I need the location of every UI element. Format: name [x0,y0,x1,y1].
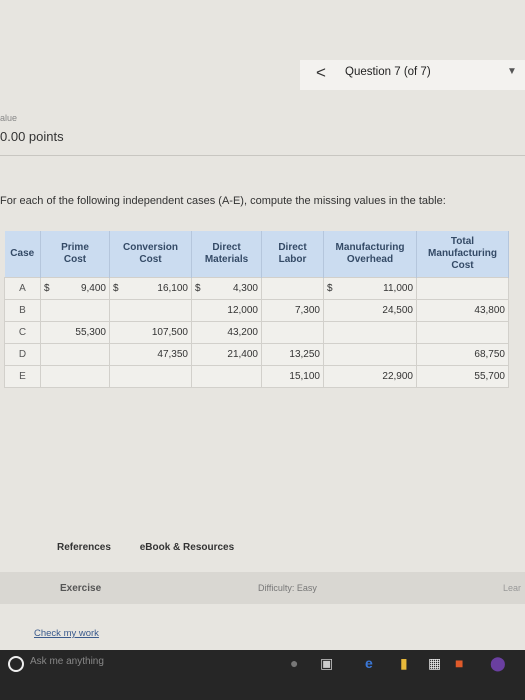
header-conversion-cost: Conversion Cost [109,231,192,278]
overhead-cell: 24,500 [323,299,417,322]
overhead-cell[interactable] [323,343,417,366]
cell-value: 12,000 [227,305,258,316]
cell-value: 16,100 [157,283,188,294]
total-cell[interactable] [416,321,509,344]
cortana-icon[interactable] [8,656,24,672]
previous-question-button[interactable]: < [310,62,332,84]
currency-symbol: $ [113,283,119,294]
cost-table: Case Prime Cost Conversion Cost Direct M… [4,231,509,388]
prime-cell[interactable] [40,365,110,388]
app-icon[interactable]: ⬤ [490,654,506,672]
header-total-manufacturing-cost: Total Manufacturing Cost [416,231,509,278]
case-cell: A [4,277,41,300]
file-explorer-icon[interactable]: ▮ [400,654,408,672]
cell-value: 68,750 [474,349,505,360]
cell-value: 55,300 [75,327,106,338]
cell-value: 13,250 [289,349,320,360]
case-cell: D [4,343,41,366]
labor-cell: 15,100 [261,365,324,388]
references-link[interactable]: References [57,542,111,553]
conversion-cell: 107,500 [109,321,192,344]
materials-cell: $4,300 [191,277,262,300]
header-case: Case [4,231,41,278]
cell-value: 4,300 [232,283,258,294]
table-row: A $9,400 $16,100 $4,300 $11,000 [4,277,509,300]
currency-symbol: $ [44,283,50,294]
overhead-cell: $11,000 [323,277,417,300]
total-cell: 55,700 [416,365,509,388]
cell-value: 9,400 [80,283,106,294]
prime-cell[interactable] [40,343,110,366]
conversion-cell[interactable] [109,299,192,322]
conversion-cell[interactable] [109,365,192,388]
ebook-resources-link[interactable]: eBook & Resources [140,542,234,553]
total-cell[interactable] [416,277,509,300]
cell-value: 43,200 [227,327,258,338]
materials-cell: 21,400 [191,343,262,366]
cell-value: 43,800 [474,305,505,316]
table-row: D 47,350 21,400 13,250 68,750 [4,343,509,366]
taskbar-search-input[interactable]: Ask me anything [30,656,104,667]
case-cell: B [4,299,41,322]
currency-symbol: $ [195,283,201,294]
header-prime-cost: Prime Cost [40,231,110,278]
header-manufacturing-overhead: Manufacturing Overhead [323,231,417,278]
labor-cell[interactable] [261,277,324,300]
materials-cell[interactable] [191,365,262,388]
labor-cell[interactable] [261,321,324,344]
check-my-work-link[interactable]: Check my work [34,628,99,639]
cell-value: 7,300 [294,305,320,316]
currency-symbol: $ [327,283,333,294]
prime-cell[interactable] [40,299,110,322]
table-row: B 12,000 7,300 24,500 43,800 [4,299,509,322]
exercise-label: Exercise [60,583,102,594]
case-cell: E [4,365,41,388]
task-view-icon[interactable]: ▣ [320,654,333,672]
case-cell: C [4,321,41,344]
cell-value: 22,900 [382,371,413,382]
overhead-cell[interactable] [323,321,417,344]
conversion-cell: 47,350 [109,343,192,366]
divider [0,155,525,156]
table-header-row: Case Prime Cost Conversion Cost Direct M… [4,231,509,278]
office-icon[interactable]: ■ [455,654,463,672]
store-icon[interactable]: ▦ [428,654,441,672]
microphone-icon[interactable]: ● [290,654,298,672]
labor-cell: 7,300 [261,299,324,322]
learn-link[interactable]: Lear [503,583,521,593]
total-cell: 68,750 [416,343,509,366]
materials-cell: 12,000 [191,299,262,322]
table-row: E 15,100 22,900 55,700 [4,365,509,388]
conversion-cell: $16,100 [109,277,192,300]
question-selector[interactable]: Question 7 (of 7) [345,66,431,78]
header-direct-labor: Direct Labor [261,231,324,278]
materials-cell: 43,200 [191,321,262,344]
total-cell: 43,800 [416,299,509,322]
table-row: C 55,300 107,500 43,200 [4,321,509,344]
cell-value: 21,400 [227,349,258,360]
cell-value: 24,500 [382,305,413,316]
overhead-cell: 22,900 [323,365,417,388]
cell-value: 47,350 [157,349,188,360]
question-prompt: For each of the following independent ca… [0,195,446,207]
cell-value: 11,000 [383,283,413,294]
cell-value: 55,700 [474,371,505,382]
chevron-down-icon[interactable]: ▼ [507,66,517,77]
labor-cell: 13,250 [261,343,324,366]
points-value: 0.00 points [0,129,64,144]
resource-links: References eBook & Resources [57,542,260,553]
cell-value: 15,100 [289,371,320,382]
value-label: alue [0,113,18,123]
header-direct-materials: Direct Materials [191,231,262,278]
edge-icon[interactable]: e [365,654,373,672]
prime-cell: $9,400 [40,277,110,300]
cell-value: 107,500 [151,327,188,338]
difficulty-label: Difficulty: Easy [258,583,317,593]
prime-cell: 55,300 [40,321,110,344]
